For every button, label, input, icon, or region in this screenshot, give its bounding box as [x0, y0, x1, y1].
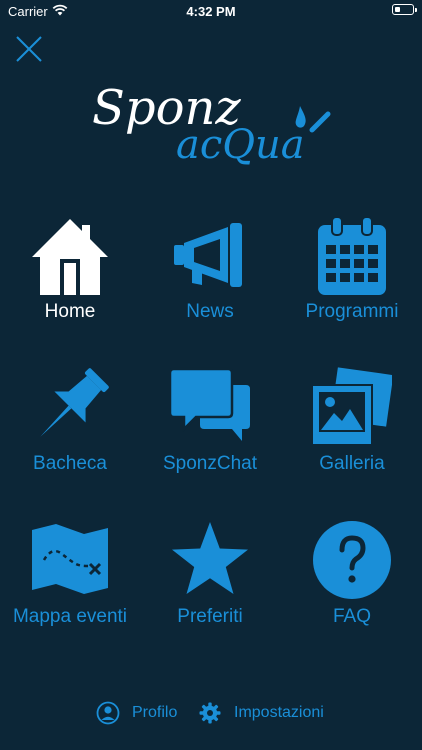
- home-icon: [32, 219, 108, 295]
- menu-galleria-label: Galleria: [319, 453, 385, 474]
- megaphone-icon: [174, 223, 242, 287]
- chat-bubbles-icon: [170, 367, 250, 441]
- menu-galleria[interactable]: Galleria: [282, 367, 422, 497]
- pushpin-icon: [40, 368, 109, 437]
- battery-icon: [392, 4, 417, 15]
- status-bar: Carrier 4:32 PM: [0, 0, 422, 22]
- menu-news[interactable]: News: [140, 215, 280, 345]
- menu-faq-label: FAQ: [332, 606, 371, 627]
- star-icon: [172, 522, 248, 594]
- menu-mappa-eventi[interactable]: Mappa eventi: [0, 520, 140, 650]
- menu-home[interactable]: Home: [0, 215, 140, 345]
- menu-sponzchat-label: SponzChat: [162, 453, 257, 474]
- footer-bar: Profilo Impostazioni: [0, 698, 422, 728]
- logo-line2: acQua: [176, 122, 305, 166]
- menu-bacheca-label: Bacheca: [33, 453, 107, 474]
- profilo-link[interactable]: Profilo: [96, 698, 177, 728]
- treasure-map-icon: [32, 524, 108, 594]
- menu-bacheca[interactable]: Bacheca: [0, 367, 140, 497]
- menu-preferiti-label: Preferiti: [177, 606, 243, 627]
- gear-icon: [199, 702, 221, 724]
- menu-mappa-eventi-label: Mappa eventi: [12, 606, 128, 627]
- impostazioni-label: Impostazioni: [234, 704, 324, 721]
- menu-faq[interactable]: FAQ: [282, 520, 422, 650]
- question-circle-icon: [313, 521, 391, 599]
- status-time: 4:32 PM: [186, 4, 236, 19]
- menu-sponzchat[interactable]: SponzChat: [140, 367, 280, 497]
- sponz-acqua-logo: Sponz acQua: [92, 80, 331, 166]
- close-icon: [16, 36, 42, 62]
- photo-gallery-icon: [312, 367, 392, 446]
- close-button[interactable]: [14, 34, 44, 64]
- calendar-icon: [318, 216, 386, 295]
- menu-programmi[interactable]: Programmi: [282, 215, 422, 345]
- profile-icon: [96, 701, 120, 725]
- impostazioni-link[interactable]: Impostazioni: [198, 698, 324, 728]
- menu-home-label: Home: [44, 301, 96, 322]
- profilo-label: Profilo: [132, 704, 178, 721]
- menu-preferiti[interactable]: Preferiti: [140, 520, 280, 650]
- menu-programmi-label: Programmi: [305, 301, 399, 322]
- menu-news-label: News: [186, 301, 234, 322]
